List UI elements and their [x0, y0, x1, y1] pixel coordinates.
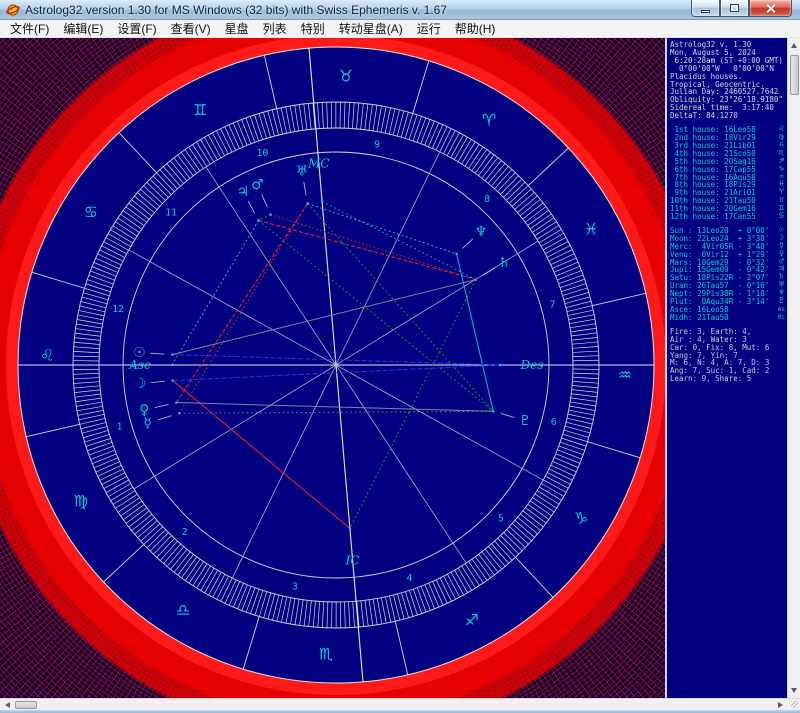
window-title: Astrolog32 version 1.30 for MS Windows (…: [25, 3, 447, 17]
svg-text:5: 5: [498, 514, 504, 525]
svg-text:10: 10: [256, 148, 268, 159]
client-area: 123456789101112♈♉♊♋♌♍♎♏♐♑♒♓☉☽☿♀♂♃♄♅♆♇Asc…: [0, 38, 800, 698]
svg-text:3: 3: [292, 582, 298, 593]
svg-text:♒: ♒: [618, 365, 632, 384]
planet-row-glyph-icon: As: [778, 306, 785, 314]
close-button[interactable]: [749, 0, 792, 17]
horizontal-scrollbar[interactable]: [0, 698, 800, 710]
menu-item-4[interactable]: 查看(V): [164, 19, 218, 38]
house-row-label: 12th house: 17Can55: [670, 213, 756, 221]
svg-text:2: 2: [182, 527, 188, 538]
svg-text:Des: Des: [520, 358, 544, 372]
svg-text:♏: ♏: [319, 644, 333, 663]
scroll-left-button[interactable]: [0, 699, 14, 710]
svg-text:♓: ♓: [584, 220, 598, 239]
svg-text:Asc: Asc: [128, 358, 151, 372]
scroll-up-icon: [791, 43, 797, 48]
vertical-scrollbar[interactable]: [787, 38, 800, 698]
horizontal-scrollbar-track[interactable]: [37, 699, 773, 710]
svg-text:♎: ♎: [176, 601, 190, 620]
scroll-right-button[interactable]: [773, 699, 787, 710]
resize-grip[interactable]: [787, 699, 800, 710]
svg-text:♅: ♅: [296, 163, 309, 179]
svg-text:8: 8: [484, 194, 490, 205]
chart-info-line: DeltaT: 84.1270: [670, 112, 787, 120]
svg-text:♑: ♑: [574, 509, 588, 528]
svg-text:MC: MC: [307, 157, 329, 171]
planet-row: Midh: 21Tau50 Mc: [670, 314, 787, 322]
info-sidebar: Astrolog32 v. 1.30Mon, August 5, 2024 6:…: [665, 38, 787, 698]
svg-text:♃: ♃: [237, 184, 250, 200]
scroll-left-icon: [5, 702, 10, 708]
svg-text:♊: ♊: [193, 100, 207, 119]
menu-item-6[interactable]: 列表: [256, 19, 294, 38]
svg-text:IC: IC: [345, 553, 360, 567]
scroll-down-button[interactable]: [788, 683, 800, 698]
svg-text:♉: ♉: [339, 67, 353, 86]
scroll-down-icon: [791, 688, 797, 693]
scroll-up-button[interactable]: [788, 38, 800, 53]
svg-text:11: 11: [165, 207, 177, 218]
horizontal-scrollbar-thumb[interactable]: [15, 701, 37, 709]
svg-text:♂: ♂: [251, 177, 264, 193]
menu-item-9[interactable]: 运行: [410, 19, 448, 38]
planet-row-label: Midh: 21Tau50: [670, 314, 729, 322]
menu-item-7[interactable]: 特别: [294, 19, 332, 38]
svg-text:☽: ☽: [134, 376, 147, 392]
planet-row-glyph-icon: Mc: [778, 314, 785, 322]
maximize-button[interactable]: [720, 0, 749, 17]
chart-canvas: 123456789101112♈♉♊♋♌♍♎♏♐♑♒♓☉☽☿♀♂♃♄♅♆♇Asc…: [0, 38, 665, 698]
menu-item-2[interactable]: 编辑(E): [56, 19, 110, 38]
svg-text:9: 9: [374, 139, 380, 150]
app-icon: [6, 3, 20, 17]
menu-item-5[interactable]: 星盘: [218, 19, 256, 38]
natal-chart-wheel: 123456789101112♈♉♊♋♌♍♎♏♐♑♒♓☉☽☿♀♂♃♄♅♆♇Asc…: [0, 38, 665, 698]
element-stats-block: Fire: 3, Earth: 4,Air : 4, Water: 3Car: …: [670, 328, 787, 383]
chart-info-block: Astrolog32 v. 1.30Mon, August 5, 2024 6:…: [670, 41, 787, 120]
menu-item-1[interactable]: 文件(F): [3, 19, 56, 38]
close-icon: [765, 4, 776, 13]
astrolog-window: Astrolog32 version 1.30 for MS Windows (…: [0, 0, 800, 713]
svg-text:♇: ♇: [519, 413, 532, 429]
house-row: 12th house: 17Can55 ♋: [670, 213, 787, 221]
scroll-right-icon: [778, 702, 783, 708]
menu-bar: 文件(F)编辑(E)设置(F)查看(V)星盘列表特别转动星盘(A)运行帮助(H): [0, 20, 800, 38]
planet-list-block: Sun : 13Leo20 + 0°00'☉Moon: 22Leo24 + 3°…: [670, 227, 787, 322]
svg-text:6: 6: [551, 417, 557, 428]
svg-text:1: 1: [116, 422, 122, 433]
svg-text:♐: ♐: [465, 611, 479, 630]
svg-text:4: 4: [407, 573, 413, 584]
title-bar[interactable]: Astrolog32 version 1.30 for MS Windows (…: [0, 0, 800, 20]
svg-text:7: 7: [550, 299, 556, 310]
svg-text:♆: ♆: [475, 224, 488, 240]
svg-text:♋: ♋: [84, 202, 98, 221]
svg-text:♈: ♈: [482, 110, 496, 129]
svg-text:12: 12: [112, 304, 124, 315]
svg-text:♀: ♀: [139, 403, 149, 419]
maximize-icon: [730, 4, 739, 12]
menu-item-10[interactable]: 帮助(H): [448, 19, 503, 38]
house-row-glyph-icon: ♋: [779, 213, 784, 221]
planet-row-glyph-icon: ♇: [779, 298, 784, 306]
minimize-button[interactable]: [691, 0, 720, 17]
svg-text:♍: ♍: [74, 491, 88, 510]
menu-item-3[interactable]: 设置(F): [110, 19, 163, 38]
menu-item-8[interactable]: 转动星盘(A): [332, 19, 410, 38]
svg-text:♄: ♄: [498, 255, 511, 271]
stats-line: Learn: 9, Share: 5: [670, 375, 787, 383]
vertical-scrollbar-thumb[interactable]: [790, 55, 799, 95]
minimize-icon: [701, 10, 710, 13]
house-list-block: 1st house: 16Leo58♌ 2nd house: 18Vir29♍ …: [670, 126, 787, 221]
svg-text:♌: ♌: [40, 346, 54, 365]
